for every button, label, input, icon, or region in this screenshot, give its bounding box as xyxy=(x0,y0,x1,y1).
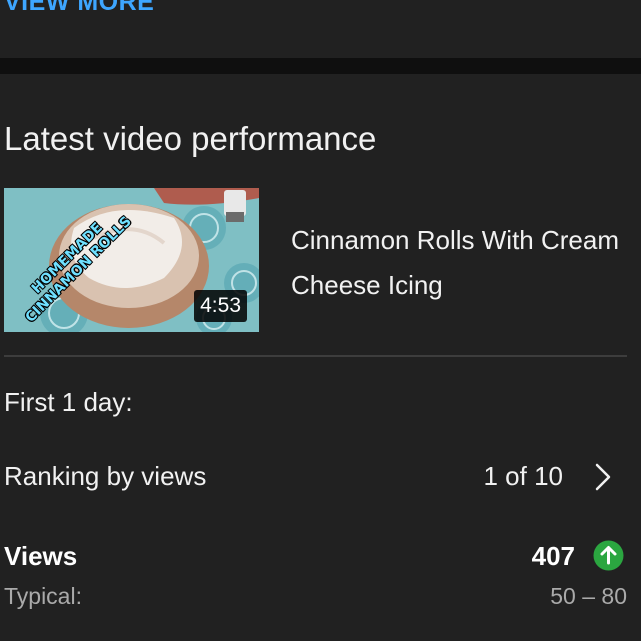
arrow-up-circle-icon xyxy=(593,540,624,571)
section-title: Latest video performance xyxy=(4,120,377,157)
typical-range-value: 50 – 80 xyxy=(550,583,627,609)
video-title[interactable]: Cinnamon Rolls With Cream Cheese Icing xyxy=(291,218,621,308)
video-thumbnail[interactable]: HOMEMADE CINNAMON ROLLS 4:53 xyxy=(4,188,259,332)
views-value: 407 xyxy=(531,541,575,571)
card-separator xyxy=(0,58,641,74)
chevron-right-icon[interactable] xyxy=(594,463,612,491)
ranking-label: Ranking by views xyxy=(4,461,207,491)
ranking-value: 1 of 10 xyxy=(483,461,563,491)
previous-card: VIEW MORE xyxy=(0,0,641,58)
period-label: First 1 day: xyxy=(4,387,133,417)
view-more-link[interactable]: VIEW MORE xyxy=(4,0,154,17)
typical-label: Typical: xyxy=(4,583,82,609)
ranking-row[interactable]: Ranking by views 1 of 10 xyxy=(0,455,641,499)
divider xyxy=(4,355,627,357)
video-duration-badge: 4:53 xyxy=(194,290,247,322)
views-label: Views xyxy=(4,541,78,571)
